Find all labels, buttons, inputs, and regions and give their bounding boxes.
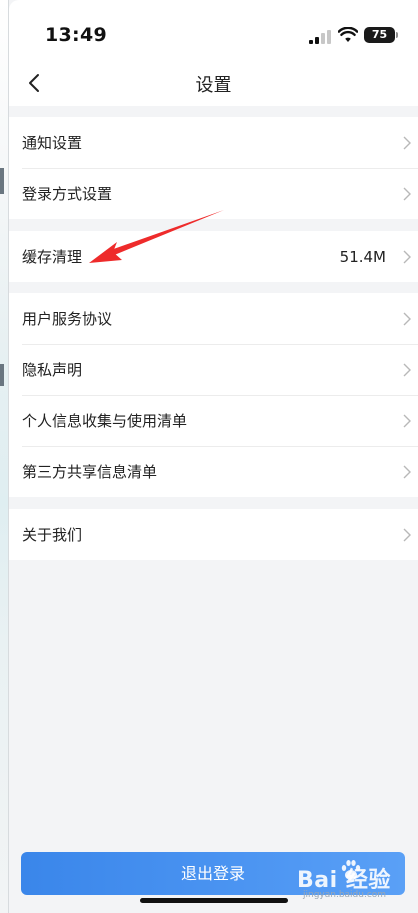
- settings-row-login-method[interactable]: 登录方式设置: [9, 168, 418, 219]
- cellular-signal-icon: [309, 30, 331, 44]
- background-strip-mark: [0, 168, 4, 194]
- settings-row-third-party-sharing[interactable]: 第三方共享信息清单: [9, 446, 418, 497]
- cache-size-value: 51.4M: [339, 247, 386, 266]
- settings-row-clear-cache[interactable]: 缓存清理 51.4M: [9, 231, 418, 282]
- chevron-right-icon: [400, 528, 414, 542]
- settings-screen: 13:49 75 设置 通知设置 登录方式设置 缓存清理 51.4M 用户服务协…: [9, 0, 418, 913]
- chevron-right-icon: [400, 136, 414, 150]
- status-bar: 13:49 75: [9, 0, 418, 60]
- wifi-icon: [338, 27, 358, 42]
- status-time: 13:49: [45, 24, 107, 46]
- paw-icon: [341, 860, 361, 880]
- settings-group-legal: 用户服务协议 隐私声明 个人信息收集与使用清单 第三方共享信息清单: [9, 293, 418, 497]
- chevron-right-icon: [400, 312, 414, 326]
- home-indicator: [140, 898, 288, 903]
- settings-row-notifications[interactable]: 通知设置: [9, 117, 418, 168]
- navigation-bar: 设置: [9, 60, 418, 106]
- settings-group-general: 通知设置 登录方式设置: [9, 117, 418, 219]
- battery-tip: [396, 32, 398, 38]
- row-label: 关于我们: [22, 526, 83, 544]
- settings-group-about: 关于我们: [9, 509, 418, 560]
- chevron-right-icon: [400, 187, 414, 201]
- battery-indicator: 75: [364, 27, 395, 43]
- settings-row-about-us[interactable]: 关于我们: [9, 509, 418, 560]
- chevron-right-icon: [400, 363, 414, 377]
- row-label: 通知设置: [22, 134, 83, 152]
- page-title: 设置: [195, 75, 232, 96]
- settings-row-user-agreement[interactable]: 用户服务协议: [9, 293, 418, 344]
- settings-row-privacy-statement[interactable]: 隐私声明: [9, 344, 418, 395]
- chevron-right-icon: [400, 250, 414, 264]
- row-label: 隐私声明: [22, 361, 83, 379]
- settings-group-cache: 缓存清理 51.4M: [9, 231, 418, 282]
- chevron-right-icon: [400, 465, 414, 479]
- row-label: 第三方共享信息清单: [22, 463, 158, 481]
- background-strip-mark: [0, 364, 4, 386]
- chevron-right-icon: [400, 414, 414, 428]
- row-label: 登录方式设置: [22, 185, 113, 203]
- watermark-url: jingyan.baidu.com: [303, 890, 387, 900]
- baidu-jingyan-watermark: Bai 经验 jingyan.baidu.com: [297, 858, 417, 904]
- row-label: 缓存清理: [22, 248, 83, 266]
- background-app-strip: [0, 0, 9, 913]
- row-label: 个人信息收集与使用清单: [22, 412, 188, 430]
- row-label: 用户服务协议: [22, 310, 113, 328]
- settings-row-personal-info-list[interactable]: 个人信息收集与使用清单: [9, 395, 418, 446]
